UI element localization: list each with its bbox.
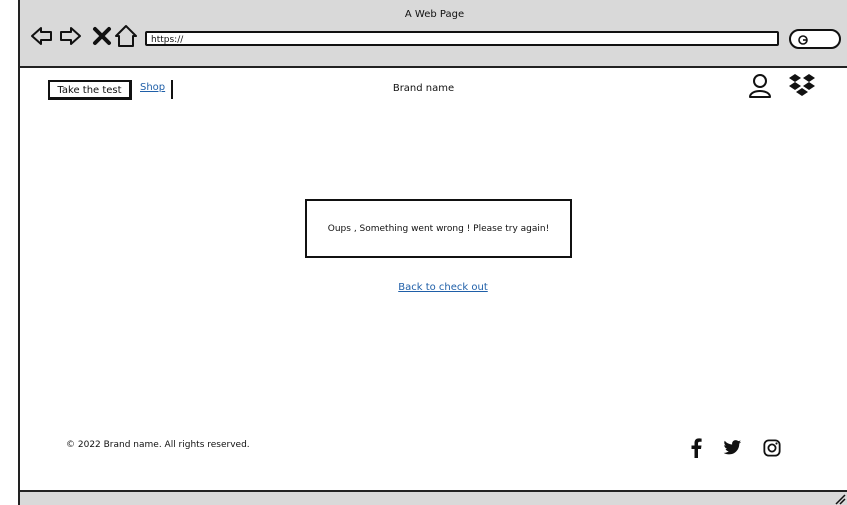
- status-bar: [18, 490, 847, 505]
- forward-arrow-icon[interactable]: [58, 24, 82, 48]
- frame-border: [18, 66, 20, 490]
- window-title: A Web Page: [404, 9, 465, 20]
- user-icon[interactable]: [748, 73, 772, 99]
- copyright-text: © 2022 Brand name. All rights reserved.: [66, 440, 250, 450]
- resize-grip-icon[interactable]: [832, 491, 846, 505]
- home-icon[interactable]: [114, 24, 138, 48]
- chrome-divider: [18, 66, 847, 68]
- twitter-icon[interactable]: [722, 438, 742, 458]
- browser-search-button[interactable]: [789, 29, 841, 49]
- facebook-icon[interactable]: [690, 438, 702, 458]
- back-arrow-icon[interactable]: [30, 24, 54, 48]
- dropbox-icon[interactable]: [788, 73, 816, 97]
- back-to-checkout-link[interactable]: Back to check out: [0, 282, 847, 293]
- error-message: Oups , Something went wrong ! Please try…: [327, 223, 550, 234]
- instagram-icon[interactable]: [763, 438, 781, 458]
- url-input[interactable]: https://: [145, 31, 779, 46]
- close-icon[interactable]: [90, 24, 114, 48]
- error-message-box: Oups , Something went wrong ! Please try…: [305, 199, 572, 258]
- brand-name: Brand name: [392, 83, 455, 94]
- search-icon: [798, 35, 808, 45]
